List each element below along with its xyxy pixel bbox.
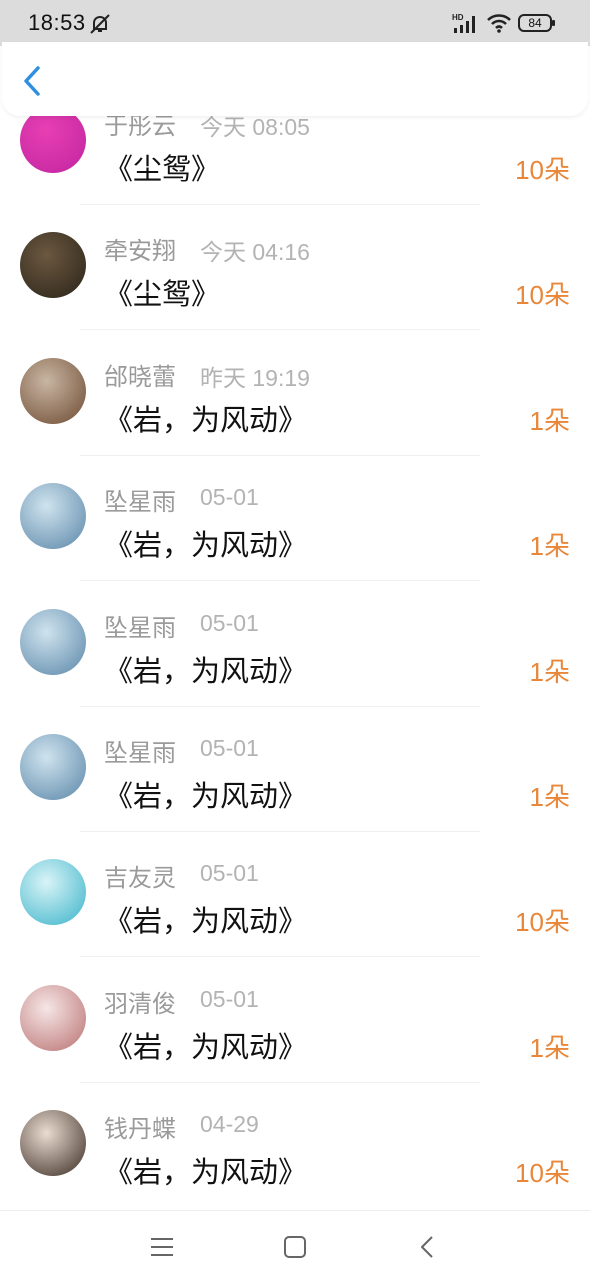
book-title: 《岩，为风动》 (104, 402, 308, 437)
list-item[interactable]: 坠星雨 05-01 《岩，为风动》 1朵 (0, 582, 590, 707)
avatar[interactable] (20, 232, 86, 299)
status-time: 18:53 (28, 10, 86, 35)
book-title: 《岩，为风动》 (104, 904, 308, 939)
gift-amount: 10朵 (515, 280, 570, 311)
timestamp: 05-01 (200, 735, 259, 761)
list-item[interactable]: 钱丹蝶 04-29 《岩，为风动》 10朵 (0, 1083, 590, 1208)
back-triangle-icon[interactable] (414, 1233, 442, 1261)
wifi-icon (487, 14, 511, 33)
gift-amount: 1朵 (529, 782, 570, 812)
sender-name: 坠星雨 (104, 739, 176, 767)
avatar[interactable] (20, 859, 86, 926)
book-title: 《岩，为风动》 (104, 528, 308, 563)
avatar[interactable] (20, 734, 86, 800)
avatar[interactable] (20, 1110, 86, 1177)
gift-amount: 1朵 (529, 1032, 570, 1063)
gift-amount: 10朵 (515, 907, 570, 938)
sender-name: 牵安翔 (104, 237, 176, 266)
navigation-bar (0, 1210, 590, 1281)
list-item[interactable]: 坠星雨 05-01 《岩，为风动》 1朵 (0, 707, 590, 832)
gift-amount: 10朵 (515, 155, 570, 185)
battery-icon: 84 (518, 14, 555, 32)
sender-name: 羽清俊 (104, 989, 176, 1018)
book-title: 《岩，为风动》 (104, 779, 308, 813)
list-item[interactable]: 邰晓蕾 昨天 19:19 《岩，为风动》 1朵 (0, 331, 590, 456)
home-square-icon[interactable] (281, 1233, 309, 1261)
timestamp: 05-01 (200, 609, 259, 636)
battery-level: 84 (528, 16, 542, 30)
gift-amount: 1朵 (529, 405, 570, 436)
avatar[interactable] (20, 357, 86, 424)
gift-amount: 1朵 (529, 656, 570, 687)
timestamp: 今天 04:16 (200, 239, 310, 266)
timestamp: 05-01 (200, 860, 259, 887)
book-title: 《尘鸳》 (104, 277, 221, 312)
status-bar: 18:53 HD 84 (0, 0, 590, 46)
book-title: 《尘鸳》 (104, 152, 221, 186)
list-item[interactable]: 羽清俊 05-01 《岩，为风动》 1朵 (0, 958, 590, 1083)
timestamp: 05-01 (200, 985, 259, 1012)
timestamp: 05-01 (200, 484, 259, 511)
list-item[interactable]: 牵安翔 今天 04:16 《尘鸳》 10朵 (0, 205, 590, 331)
book-title: 《岩，为风动》 (104, 1029, 308, 1064)
gift-amount: 1朵 (529, 531, 570, 562)
top-header (2, 42, 588, 116)
list-item[interactable]: 坠星雨 05-01 《岩，为风动》 1朵 (0, 456, 590, 582)
avatar[interactable] (20, 107, 86, 173)
chevron-left-icon (24, 66, 40, 96)
sender-name: 邰晓蕾 (104, 362, 176, 391)
sender-name: 钱丹蝶 (104, 1115, 176, 1144)
list-item[interactable]: 吉友灵 05-01 《岩，为风动》 10朵 (0, 832, 590, 958)
back-button[interactable] (18, 64, 48, 98)
timestamp: 昨天 19:19 (200, 364, 310, 391)
mute-bell-icon (90, 14, 110, 34)
timestamp: 04-29 (200, 1111, 259, 1138)
network-label: HD (452, 13, 464, 22)
book-title: 《岩，为风动》 (104, 1155, 308, 1190)
sender-name: 坠星雨 (104, 488, 176, 517)
menu-icon[interactable] (148, 1233, 176, 1261)
sender-name: 坠星雨 (104, 613, 176, 642)
avatar[interactable] (20, 483, 86, 550)
sender-name: 吉友灵 (104, 864, 176, 893)
gift-amount: 10朵 (515, 1158, 570, 1189)
avatar[interactable] (20, 984, 86, 1051)
book-title: 《岩，为风动》 (104, 653, 308, 688)
avatar[interactable] (20, 608, 86, 675)
signal-icon: HD (452, 13, 475, 33)
